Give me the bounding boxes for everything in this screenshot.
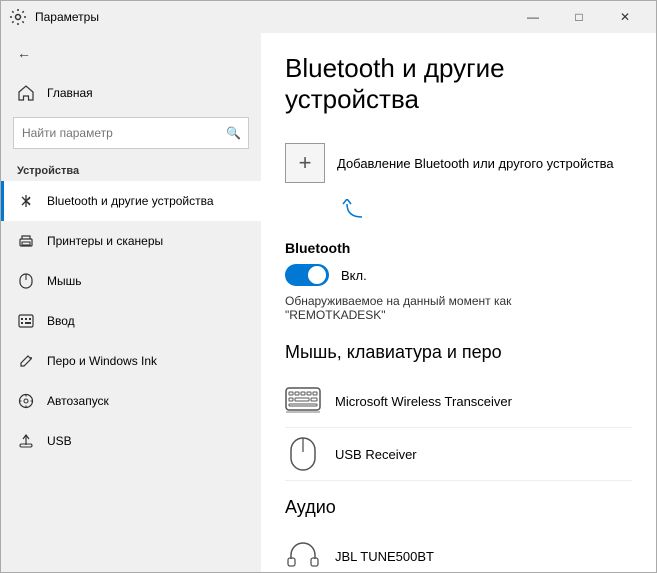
usb-icon (17, 432, 35, 450)
sidebar-item-bluetooth[interactable]: Bluetooth и другие устройства (1, 181, 261, 221)
pen-icon (17, 352, 35, 370)
sidebar-item-usb[interactable]: USB (1, 421, 261, 461)
home-label: Главная (47, 86, 93, 100)
pen-label: Перо и Windows Ink (47, 354, 157, 368)
mouse-icon (17, 272, 35, 290)
sidebar-item-autorun[interactable]: Автозапуск (1, 381, 261, 421)
bluetooth-section-title: Bluetooth (285, 240, 632, 256)
sidebar-item-printers[interactable]: Принтеры и сканеры (1, 221, 261, 261)
add-icon: + (285, 143, 325, 183)
search-box: 🔍 (13, 117, 249, 149)
input-icon (17, 312, 35, 330)
main-content: Bluetooth и другие устройства + Добавлен… (261, 33, 656, 572)
wireless-transceiver-name: Microsoft Wireless Transceiver (335, 394, 512, 409)
sidebar: ← Главная 🔍 Устройства (1, 33, 261, 572)
discovered-text: Обнаруживаемое на данный момент как"REMO… (285, 294, 632, 322)
sidebar-item-mouse[interactable]: Мышь (1, 261, 261, 301)
device-wireless-transceiver: Microsoft Wireless Transceiver (285, 375, 632, 428)
autorun-label: Автозапуск (47, 394, 109, 408)
device-usb-receiver: USB Receiver (285, 428, 632, 481)
printer-icon (17, 232, 35, 250)
title-bar: Параметры — □ ✕ (1, 1, 656, 33)
keyboard-section-title: Мышь, клавиатура и перо (285, 342, 632, 363)
minimize-button[interactable]: — (510, 1, 556, 33)
maximize-button[interactable]: □ (556, 1, 602, 33)
sidebar-item-input[interactable]: Ввод (1, 301, 261, 341)
mouse-label: Мышь (47, 274, 82, 288)
page-title: Bluetooth и другие устройства (285, 53, 632, 115)
section-label: Устройства (1, 161, 261, 181)
add-device-label: Добавление Bluetooth или другого устройс… (337, 156, 614, 171)
sidebar-item-pen[interactable]: Перо и Windows Ink (1, 341, 261, 381)
sidebar-item-home[interactable]: Главная (1, 73, 261, 113)
printers-label: Принтеры и сканеры (47, 234, 163, 248)
mouse-device-icon (285, 436, 321, 472)
audio-section-title: Аудио (285, 497, 632, 518)
arrow-indicator (337, 199, 632, 228)
bluetooth-toggle[interactable] (285, 264, 329, 286)
window-controls: — □ ✕ (510, 1, 648, 33)
toggle-label: Вкл. (341, 268, 367, 283)
home-icon (17, 84, 35, 102)
search-input[interactable] (13, 117, 249, 149)
jbl-name: JBL TUNE500BT (335, 549, 434, 564)
usb-receiver-name: USB Receiver (335, 447, 417, 462)
autorun-icon (17, 392, 35, 410)
toggle-thumb (308, 266, 326, 284)
settings-icon (9, 8, 27, 26)
close-button[interactable]: ✕ (602, 1, 648, 33)
bluetooth-icon (17, 192, 35, 210)
app-window: Параметры — □ ✕ ← Главная 🔍 (0, 0, 657, 573)
usb-label: USB (47, 434, 72, 448)
search-icon: 🔍 (226, 126, 241, 140)
bluetooth-toggle-row: Вкл. (285, 264, 632, 286)
window-title: Параметры (35, 10, 510, 24)
back-icon: ← (17, 45, 31, 61)
add-device-button[interactable]: + Добавление Bluetooth или другого устро… (285, 135, 614, 191)
keyboard-device-icon (285, 383, 321, 419)
bluetooth-label: Bluetooth и другие устройства (47, 194, 214, 208)
device-jbl: JBL TUNE500BT (285, 530, 632, 572)
back-button[interactable]: ← (1, 33, 261, 73)
headphone-device-icon (285, 538, 321, 572)
input-label: Ввод (47, 314, 75, 328)
window-body: ← Главная 🔍 Устройства (1, 33, 656, 572)
